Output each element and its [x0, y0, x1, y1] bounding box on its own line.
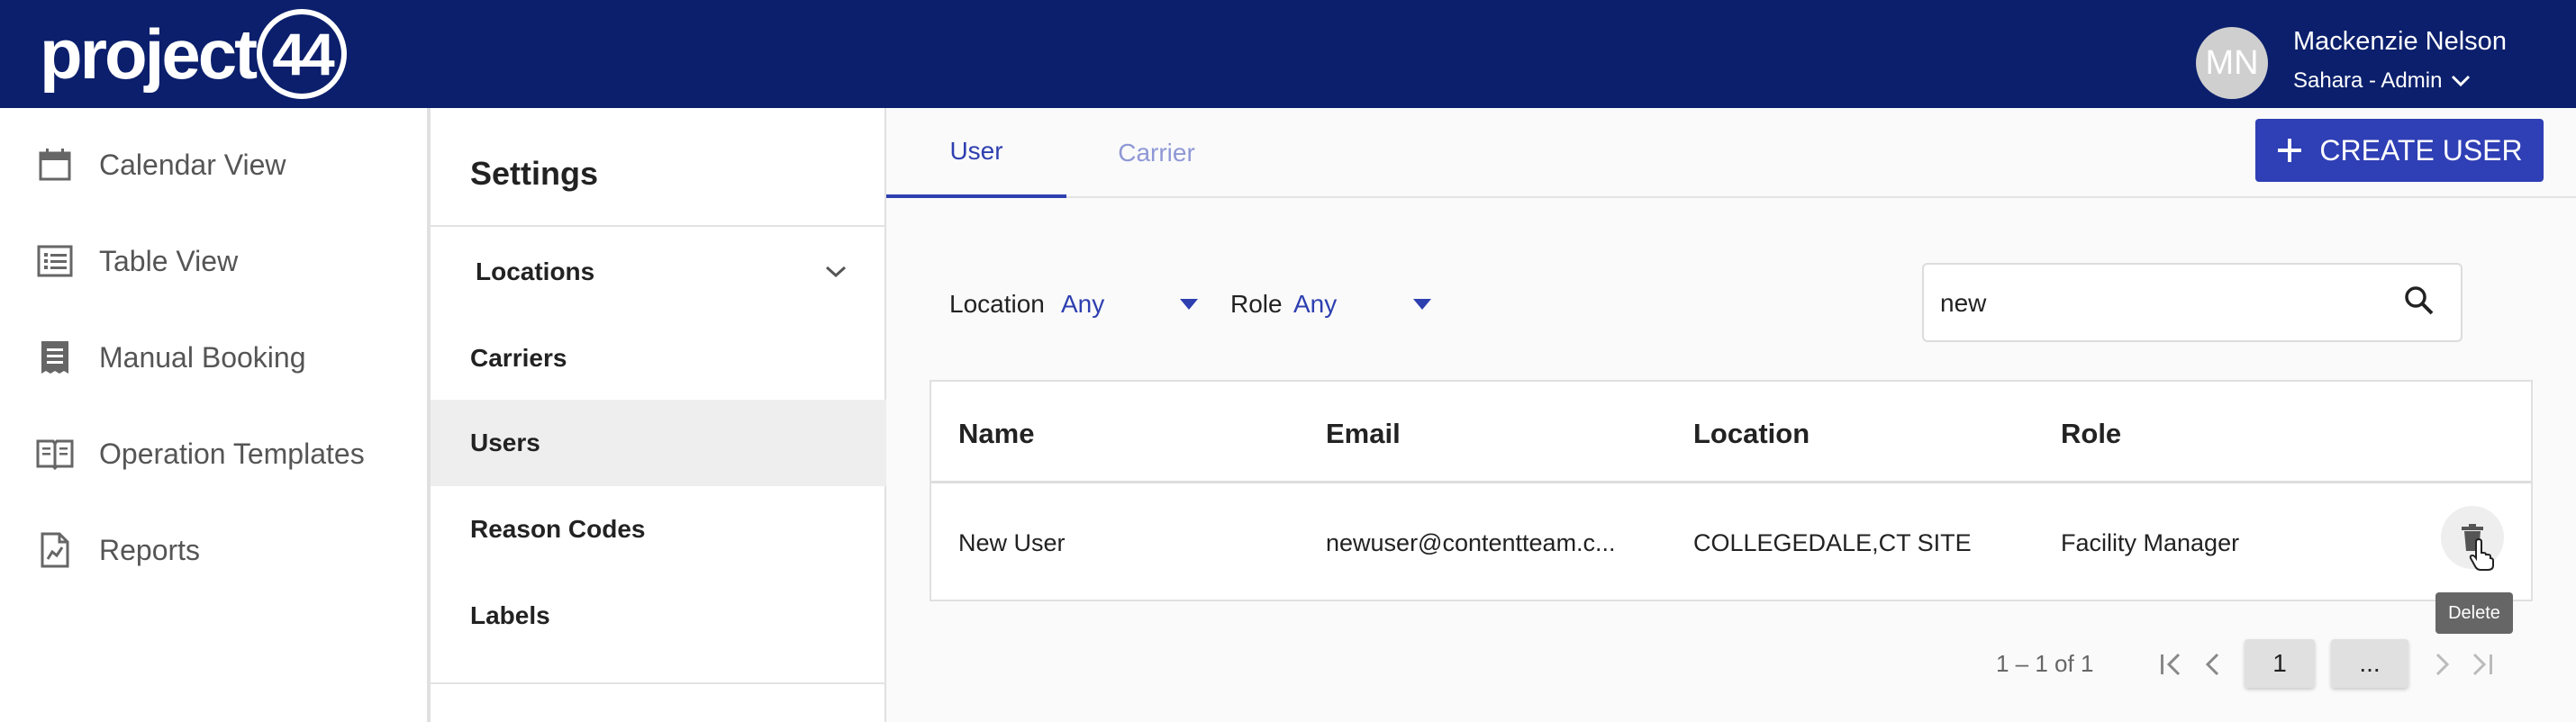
more-pages-button[interactable]: ...	[2331, 639, 2408, 688]
sidebar-item-operation-templates[interactable]: Operation Templates	[0, 413, 429, 494]
sidebar-item-label: Operation Templates	[99, 437, 365, 470]
avatar[interactable]: MN	[2196, 27, 2268, 99]
create-user-label: CREATE USER	[2319, 133, 2523, 167]
list-icon	[36, 242, 74, 280]
create-user-button[interactable]: CREATE USER	[2255, 119, 2544, 182]
last-page-icon[interactable]	[2466, 646, 2499, 682]
tab-user[interactable]: User	[886, 108, 1066, 198]
top-bar: project 44 MN Mackenzie Nelson Sahara - A…	[0, 0, 2576, 108]
sidebar-item-label: Reports	[99, 533, 201, 566]
settings-item-label: Reason Codes	[470, 515, 646, 543]
report-icon	[36, 531, 74, 569]
sidebar: Calendar View Table View Manual Booking …	[0, 108, 429, 722]
sidebar-item-label: Manual Booking	[99, 340, 306, 374]
main-content: User Carrier CREATE USER Location Any Ro…	[886, 108, 2576, 722]
cell-email: newuser@contentteam.c...	[1326, 529, 1616, 556]
role-filter-value[interactable]: Any	[1293, 290, 1337, 319]
settings-title: Settings	[470, 155, 599, 192]
sidebar-item-label: Table View	[99, 244, 239, 277]
settings-item-labels[interactable]: Labels	[431, 573, 886, 659]
delete-tooltip: Delete	[2435, 592, 2513, 634]
chevron-down-icon	[825, 266, 847, 278]
search-input[interactable]	[1940, 283, 2372, 324]
hand-cursor-icon	[2469, 538, 2494, 571]
sidebar-item-table-view[interactable]: Table View	[0, 221, 429, 302]
divider	[431, 225, 886, 227]
first-page-icon[interactable]	[2154, 646, 2187, 682]
divider	[431, 682, 886, 684]
settings-item-label: Carriers	[470, 344, 567, 372]
search-box	[1922, 263, 2463, 342]
search-icon[interactable]	[2401, 283, 2437, 319]
settings-item-carriers[interactable]: Carriers	[431, 315, 886, 402]
book-icon	[36, 435, 74, 473]
sidebar-item-label: Calendar View	[99, 148, 286, 181]
logo-number: 44	[257, 9, 348, 99]
caret-down-icon[interactable]	[1180, 299, 1198, 310]
settings-item-locations[interactable]: Locations	[431, 229, 886, 315]
settings-item-reason-codes[interactable]: Reason Codes	[431, 486, 886, 573]
settings-panel: Settings Locations Carriers Users Reason…	[429, 108, 886, 722]
sidebar-item-manual-booking[interactable]: Manual Booking	[0, 317, 429, 398]
receipt-icon	[36, 338, 74, 376]
role-filter-label: Role	[1230, 290, 1283, 318]
user-name: Mackenzie Nelson	[2293, 27, 2507, 56]
settings-item-users[interactable]: Users	[431, 400, 886, 486]
plus-icon	[2278, 139, 2302, 162]
location-filter-label: Location	[949, 290, 1045, 318]
cell-name: New User	[958, 529, 1066, 556]
previous-page-icon[interactable]	[2196, 646, 2228, 682]
column-header-email[interactable]: Email	[1326, 418, 1401, 450]
tab-carrier[interactable]: Carrier	[1066, 108, 1247, 198]
sidebar-item-reports[interactable]: Reports	[0, 510, 429, 591]
logo-text: project	[40, 14, 258, 94]
column-header-name[interactable]: Name	[958, 418, 1034, 450]
caret-down-icon[interactable]	[1413, 299, 1431, 310]
column-header-role[interactable]: Role	[2061, 418, 2121, 450]
header-divider	[931, 481, 2531, 483]
tab-bar: User Carrier CREATE USER	[886, 108, 2576, 198]
page-button-1[interactable]: 1	[2245, 639, 2315, 688]
sidebar-item-calendar-view[interactable]: Calendar View	[0, 124, 429, 205]
next-page-icon[interactable]	[2426, 646, 2459, 682]
user-role-label: Sahara - Admin	[2293, 68, 2443, 93]
users-table: Name Email Location Role New User newuse…	[930, 380, 2533, 601]
location-filter-value[interactable]: Any	[1061, 290, 1104, 319]
calendar-icon	[36, 146, 74, 184]
column-header-location[interactable]: Location	[1693, 418, 1810, 450]
chevron-down-icon	[2452, 75, 2471, 87]
account-switcher[interactable]: Sahara - Admin	[2293, 68, 2471, 94]
cell-location: COLLEGEDALE,CT SITE	[1693, 529, 1972, 556]
pagination-range: 1 – 1 of 1	[1996, 650, 2094, 677]
project44-logo[interactable]: project 44	[40, 9, 348, 99]
settings-item-label: Locations	[476, 257, 595, 285]
settings-item-label: Users	[470, 429, 540, 456]
cell-role: Facility Manager	[2061, 529, 2240, 556]
settings-item-label: Labels	[470, 601, 550, 629]
